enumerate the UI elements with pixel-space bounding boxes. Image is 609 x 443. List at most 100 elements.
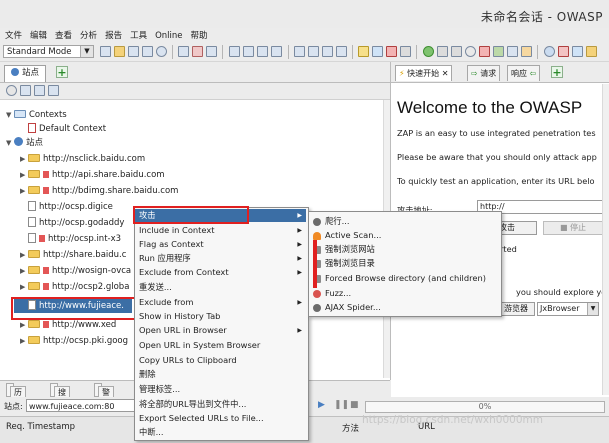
menu-item-forced-browse-site[interactable]: 强制浏览网站 — [309, 243, 499, 256]
save-session-icon[interactable] — [128, 46, 139, 57]
tree-site-row[interactable]: ▶ http://www.xed — [20, 318, 116, 332]
toolbar-divider — [537, 45, 538, 59]
add-tab-button[interactable]: + — [551, 66, 563, 78]
menu-view[interactable]: 查看 — [50, 28, 75, 41]
menu-item-export-selected-urls[interactable]: Export Selected URLs to File... — [135, 412, 306, 425]
menu-file[interactable]: 文件 — [0, 28, 25, 41]
tree-site-row[interactable]: ▶ http://bdimg.share.baidu.com — [20, 184, 178, 198]
panel-right-icon[interactable] — [308, 46, 319, 57]
column-req-timestamp[interactable]: Req. Timestamp — [6, 422, 75, 432]
layout-vertical-icon[interactable] — [257, 46, 268, 57]
layout-horizontal-icon[interactable] — [243, 46, 254, 57]
break-icon[interactable] — [386, 46, 397, 57]
filter-icon[interactable] — [507, 46, 518, 57]
lightbulb-icon[interactable] — [358, 46, 369, 57]
menu-item-manage-tags[interactable]: 管理标签... — [135, 383, 306, 396]
menu-edit[interactable]: 编辑 — [25, 28, 50, 41]
tab-response[interactable]: 响应 ⇦ — [507, 65, 541, 81]
tree-site-row[interactable]: ▶ http://share.baidu.c — [20, 248, 126, 262]
context-icon[interactable] — [178, 46, 189, 57]
layout-tabs-icon[interactable] — [271, 46, 282, 57]
add-on-icon[interactable] — [558, 46, 569, 57]
tree-contexts[interactable]: ▼ Contexts — [6, 108, 67, 122]
options-icon[interactable] — [206, 46, 217, 57]
play-icon[interactable]: ▶ — [318, 400, 325, 410]
tab-sites[interactable]: 站点 — [4, 65, 47, 82]
menu-item-show-in-history[interactable]: Show in History Tab — [135, 310, 306, 323]
tree-sites-root[interactable]: ▼ 站点 — [6, 136, 43, 150]
fuzz-icon[interactable] — [521, 46, 532, 57]
scan-policy-icon[interactable] — [493, 46, 504, 57]
menu-item-break[interactable]: 中断... — [135, 426, 306, 439]
cross-icon[interactable] — [479, 46, 490, 57]
tree-site-row[interactable]: ▶ http://api.share.baidu.com — [20, 168, 165, 182]
export-context-icon[interactable] — [48, 85, 59, 96]
menu-item-run-application[interactable]: Run 应用程序 ▶ — [135, 252, 306, 265]
tree-site-row[interactable]: http://ocsp.godaddy — [28, 216, 124, 230]
menu-item-forced-browse-directory-children[interactable]: Forced Browse directory (and children) — [309, 272, 499, 285]
report-icon[interactable] — [586, 46, 597, 57]
menu-item-forced-browse-directory[interactable]: 强制浏览目录 — [309, 257, 499, 270]
drop-icon[interactable] — [465, 46, 476, 57]
launch-browser-button[interactable]: 游览器 — [497, 302, 535, 316]
mode-select[interactable]: Standard Mode ▼ — [3, 45, 94, 58]
menu-analyse[interactable]: 分析 — [75, 28, 100, 41]
tab-request[interactable]: ⇨ 请求 — [467, 65, 501, 81]
column-method[interactable]: 方法 — [342, 422, 359, 434]
menu-item-flag-as-context[interactable]: Flag as Context ▶ — [135, 238, 306, 251]
menu-item-open-in-system-browser[interactable]: Open URL in System Browser — [135, 339, 306, 352]
tree-default-context[interactable]: Default Context — [28, 122, 106, 136]
new-context-icon[interactable] — [20, 85, 31, 96]
menu-item-resend[interactable]: 重发送... — [135, 281, 306, 294]
help-icon[interactable] — [544, 46, 555, 57]
add-tab-button[interactable]: + — [56, 66, 68, 78]
panel-all-icon[interactable] — [336, 46, 347, 57]
menu-item-copy-urls[interactable]: Copy URLs to Clipboard — [135, 354, 306, 367]
tab-search[interactable]: 搜索 — [50, 383, 70, 409]
pause-icon[interactable]: ❚❚ — [334, 400, 349, 410]
user-icon[interactable] — [372, 46, 383, 57]
menu-item-include-in-context[interactable]: Include in Context ▶ — [135, 224, 306, 237]
menu-item-active-scan[interactable]: Active Scan... — [309, 229, 499, 242]
gear-icon[interactable] — [156, 46, 167, 57]
menu-report[interactable]: 报告 — [100, 28, 125, 41]
scope-icon[interactable] — [192, 46, 203, 57]
show-scope-icon[interactable] — [6, 85, 17, 96]
browser-select[interactable]: JxBrowser ▼ — [537, 302, 599, 316]
tree-site-row[interactable]: ▶ http://ocsp.pki.goog — [20, 334, 128, 348]
stop-icon[interactable]: ■ — [350, 400, 359, 410]
step-icon[interactable] — [437, 46, 448, 57]
break-all-icon[interactable] — [423, 46, 434, 57]
marketplace-icon[interactable] — [572, 46, 583, 57]
menu-item-exclude-from-context[interactable]: Exclude from Context ▶ — [135, 266, 306, 279]
tree-site-row[interactable]: http://ocsp.int-x3 — [28, 232, 121, 246]
menu-item-export-all-urls[interactable]: 将全部的URL导出到文件中... — [135, 398, 306, 411]
tree-site-row[interactable]: ▶ http://nsclick.baidu.com — [20, 152, 145, 166]
tab-quick-start[interactable]: ⚡ 快速开始 ✕ — [395, 65, 453, 81]
tree-site-row[interactable]: ▶ http://ocsp2.globa — [20, 280, 129, 294]
lock-icon[interactable] — [400, 46, 411, 57]
quick-start-scrollbar[interactable] — [602, 84, 609, 395]
open-session-icon[interactable] — [114, 46, 125, 57]
menu-item-delete[interactable]: 删除 — [135, 368, 306, 381]
snapshot-icon[interactable] — [142, 46, 153, 57]
panel-bottom-icon[interactable] — [322, 46, 333, 57]
tab-history[interactable]: 历史 — [6, 383, 26, 409]
menu-tools[interactable]: 工具 — [125, 28, 150, 41]
continue-icon[interactable] — [451, 46, 462, 57]
menu-item-open-in-browser[interactable]: Open URL in Browser ▶ — [135, 324, 306, 337]
menu-help[interactable]: 帮助 — [186, 28, 211, 41]
menu-item-ajax-spider[interactable]: AJAX Spider... — [309, 301, 499, 314]
tab-alerts[interactable]: 警报 — [94, 383, 114, 409]
import-context-icon[interactable] — [34, 85, 45, 96]
stop-button[interactable]: ■ 停止 — [543, 221, 603, 235]
menu-item-fuzz[interactable]: Fuzz... — [309, 287, 499, 300]
menu-item-spider[interactable]: 爬行... — [309, 215, 499, 228]
tree-site-row[interactable]: http://ocsp.digice — [28, 200, 113, 214]
new-session-icon[interactable] — [100, 46, 111, 57]
panel-left-icon[interactable] — [294, 46, 305, 57]
layout-full-icon[interactable] — [229, 46, 240, 57]
menu-online[interactable]: Online — [150, 30, 185, 41]
tree-site-row[interactable]: ▶ http://wosign-ovca — [20, 264, 131, 278]
menu-item-exclude-from[interactable]: Exclude from ▶ — [135, 296, 306, 309]
